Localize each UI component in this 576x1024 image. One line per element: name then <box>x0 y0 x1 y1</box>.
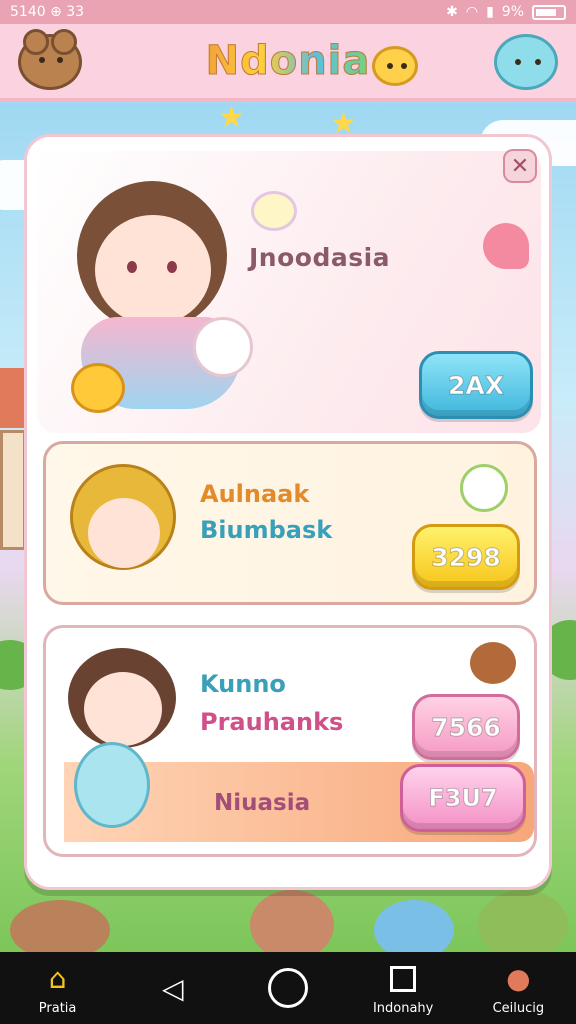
card-value-button[interactable]: 3298 <box>412 524 520 590</box>
hero-panel: Jnoodasia 2AX <box>37 151 541 433</box>
star-icon: ★ <box>218 100 245 135</box>
profile-icon: ● <box>506 962 531 995</box>
bear-critter <box>10 900 110 960</box>
card-subtitle: Biumbask <box>200 516 333 544</box>
house <box>0 430 26 550</box>
strip-label: Niuasia <box>214 790 311 816</box>
character-modal: Jnoodasia 2AX ✕ Aulnaak Biumbask 3298 Ku… <box>24 134 552 890</box>
hooded-character-face <box>88 498 160 568</box>
sheep-companion-icon <box>193 317 253 377</box>
character-card[interactable]: Kunno Prauhanks 7566 Niuasia F3U7 <box>43 625 537 857</box>
status-time: 5140 ⊕ 33 <box>10 4 85 20</box>
blob-companion-icon <box>74 742 150 828</box>
nav-item-profile[interactable]: ● Ceilucig <box>468 961 568 1016</box>
featured-strip[interactable]: Niuasia F3U7 <box>64 742 534 842</box>
battery-percent: 9% <box>501 4 524 20</box>
chick-sticker-icon <box>251 191 297 231</box>
status-bar: 5140 ⊕ 33 ✱ ◠ ▮ 9% <box>0 0 576 24</box>
app-title: Ndonia <box>205 38 371 85</box>
home-circle-icon <box>267 968 308 1008</box>
chick-mascot-icon <box>372 46 418 86</box>
recents-icon <box>390 965 417 992</box>
bluetooth-icon: ✱ <box>446 4 458 20</box>
chick-companion-icon <box>71 363 125 413</box>
card-subtitle: Prauhanks <box>200 708 344 736</box>
home-icon: ⌂ <box>48 962 67 995</box>
blob-critter <box>374 900 454 960</box>
bear-mascot-icon[interactable] <box>18 29 82 90</box>
back-icon: ◁ <box>162 971 184 1005</box>
nav-label: Ceilucig <box>492 1000 545 1016</box>
nav-item-home-circle[interactable] <box>238 968 338 1008</box>
nav-label: Pratia <box>38 1000 77 1016</box>
signal-icon: ▮ <box>486 4 494 20</box>
strip-value-button[interactable]: F3U7 <box>400 764 526 832</box>
nav-item-back[interactable]: ◁ <box>123 970 223 1006</box>
house-roof <box>0 368 26 428</box>
bottom-nav: ⌂ Pratia ◁ Indonahy ● Ceilucig <box>0 952 576 1024</box>
radish-sticker-icon <box>460 464 508 512</box>
blob-mascot-icon[interactable] <box>494 34 558 90</box>
puppy-sticker-icon <box>470 642 516 684</box>
nav-item-home[interactable]: ⌂ Pratia <box>8 961 108 1016</box>
dog-critter <box>250 890 334 960</box>
battery-icon <box>532 4 566 20</box>
wifi-icon: ◠ <box>465 4 479 20</box>
card-name: Kunno <box>200 670 286 698</box>
app-header: Ndonia <box>0 24 576 102</box>
nav-item-recents[interactable]: Indonahy <box>353 961 453 1016</box>
close-button[interactable]: ✕ <box>503 149 537 183</box>
card-value-button[interactable]: 7566 <box>412 694 520 760</box>
heart-icon <box>483 223 529 269</box>
hero-title: Jnoodasia <box>249 243 391 272</box>
hero-action-button[interactable]: 2AX <box>419 351 533 419</box>
character-card[interactable]: Aulnaak Biumbask 3298 <box>43 441 537 605</box>
nav-label: Indonahy <box>372 1000 434 1016</box>
bun-character-face <box>84 672 162 746</box>
girl-character-face <box>95 215 211 325</box>
card-name: Aulnaak <box>200 480 310 508</box>
frog-critter <box>478 890 568 960</box>
